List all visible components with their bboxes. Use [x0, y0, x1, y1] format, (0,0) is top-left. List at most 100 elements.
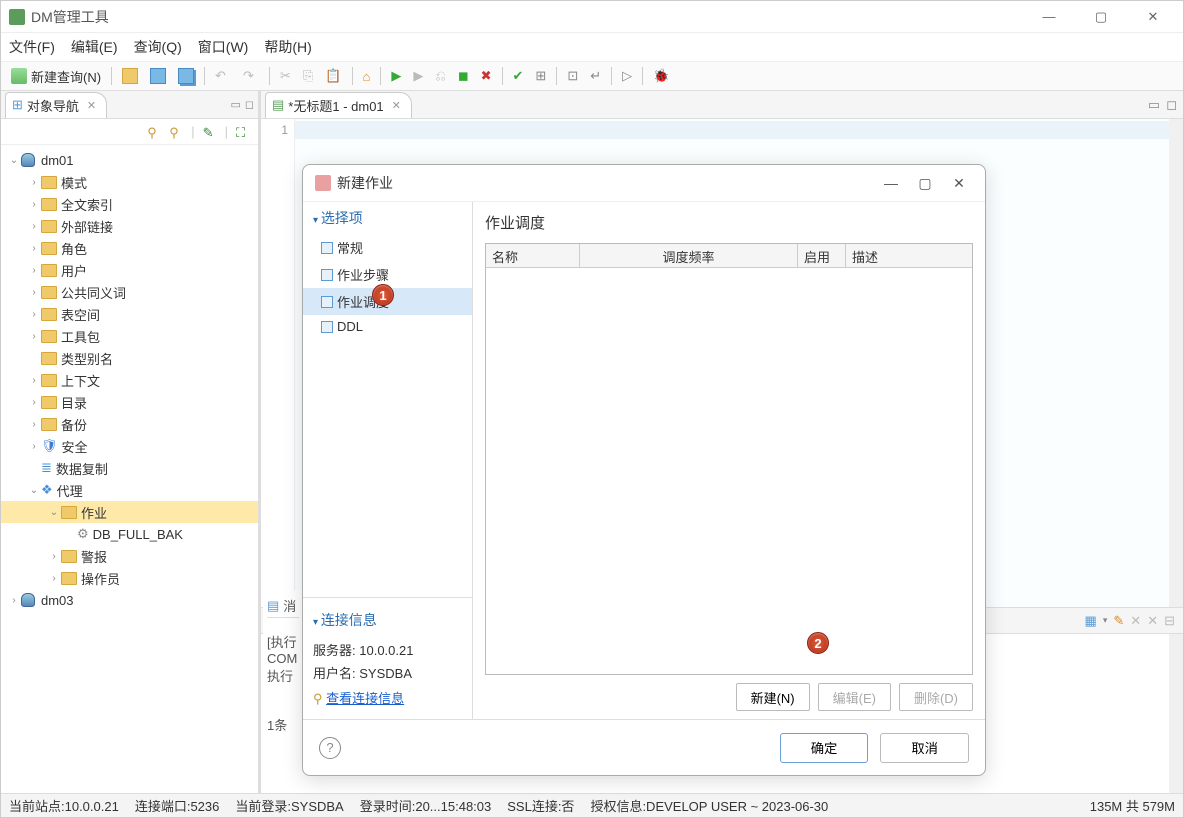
tree-node-role[interactable]: ›角色 [1, 237, 258, 259]
bug-icon[interactable]: 🐞 [649, 64, 673, 88]
editor-tab[interactable]: ▤ *无标题1 - dm01 ✕ [265, 92, 412, 118]
tree-node-context[interactable]: ›上下文 [1, 369, 258, 391]
dialog-titlebar: 新建作业 — ▢ ✕ [303, 165, 985, 201]
rollback-icon[interactable]: ◼ [454, 64, 473, 88]
filter-icon[interactable]: ⚲ [169, 125, 183, 139]
conn-section-title[interactable]: 连接信息 [313, 604, 462, 636]
col-desc[interactable]: 描述 [846, 244, 972, 267]
conn-user: SYSDBA [359, 666, 412, 681]
tree-node-extlink[interactable]: ›外部链接 [1, 215, 258, 237]
col-name[interactable]: 名称 [486, 244, 580, 267]
nav-steps[interactable]: 作业步骤 [303, 261, 472, 288]
minimize-button[interactable]: — [1027, 3, 1071, 31]
dialog-maximize-button[interactable]: ▢ [911, 169, 939, 197]
menu-edit[interactable]: 编辑(E) [71, 37, 118, 57]
nav-general[interactable]: 常规 [303, 234, 472, 261]
output-scrollbar[interactable] [1169, 634, 1183, 793]
job-icon: ⚙ [77, 526, 89, 542]
stack-icon: ≣ [41, 460, 52, 476]
tree-node-toolkit[interactable]: ›工具包 [1, 325, 258, 347]
save-icon[interactable] [146, 64, 170, 88]
expand-icon[interactable]: ⛶ [236, 125, 250, 139]
tree-node-security[interactable]: ›🛡安全 [1, 435, 258, 457]
commit-icon[interactable]: ⎌ [431, 64, 449, 88]
col-enable[interactable]: 启用 [798, 244, 846, 267]
format-icon[interactable]: ⊡ [563, 64, 582, 88]
close-tab-icon[interactable]: ✕ [87, 99, 96, 112]
stop-icon[interactable]: ✖ [477, 64, 496, 88]
tree-node-operator[interactable]: ›操作员 [1, 567, 258, 589]
help-button[interactable]: ? [319, 737, 341, 759]
check-icon[interactable]: ✔ [509, 64, 528, 88]
maximize-button[interactable]: ▢ [1079, 3, 1123, 31]
schedule-table[interactable]: 名称 调度频率 启用 描述 [485, 243, 973, 675]
editor-scrollbar[interactable] [1169, 119, 1183, 607]
pin-icon[interactable]: ⊟ [1164, 613, 1175, 629]
wrap-icon[interactable]: ↵ [586, 64, 605, 88]
home-icon[interactable]: ⌂ [359, 64, 375, 88]
grid-icon[interactable]: ▦ [1085, 613, 1097, 629]
tree-node-fulltext[interactable]: ›全文索引 [1, 193, 258, 215]
menu-window[interactable]: 窗口(W) [198, 37, 249, 57]
close-editor-icon[interactable]: ✕ [392, 99, 401, 112]
new-query-button[interactable]: 新建查询(N) [7, 64, 105, 88]
menu-file[interactable]: 文件(F) [9, 37, 55, 57]
tree-node-agent[interactable]: ⌄❖代理 [1, 479, 258, 501]
save-all-icon[interactable] [174, 64, 198, 88]
minimize-pane-icon[interactable]: ▭ [230, 98, 240, 111]
tree-node-typealias[interactable]: 类型别名 [1, 347, 258, 369]
tree-node-dm01[interactable]: ⌄dm01 [1, 149, 258, 171]
explain-icon[interactable]: ⊞ [531, 64, 550, 88]
close-button[interactable]: ✕ [1131, 3, 1175, 31]
tree-node-catalog[interactable]: ›目录 [1, 391, 258, 413]
undo-icon[interactable]: ↶ [211, 64, 235, 88]
tree-node-tablespace[interactable]: ›表空间 [1, 303, 258, 325]
next-icon[interactable]: ▷ [618, 64, 636, 88]
run-script-icon[interactable]: ▶ [409, 64, 427, 88]
tree-node-job[interactable]: ⌄作业 [1, 501, 258, 523]
tree-node-alert[interactable]: ›警报 [1, 545, 258, 567]
clear2-icon[interactable]: ✕ [1147, 613, 1158, 629]
tree-node-replication[interactable]: ≣数据复制 [1, 457, 258, 479]
annotation-1: 1 [372, 284, 394, 306]
col-freq[interactable]: 调度频率 [580, 244, 798, 267]
app-title: DM管理工具 [31, 7, 1027, 27]
maximize-editor-icon[interactable]: ◻ [1166, 97, 1177, 113]
dialog-minimize-button[interactable]: — [877, 169, 905, 197]
status-site: 当前站点:10.0.0.21 [7, 796, 121, 815]
tree-node-dm03[interactable]: ›dm03 [1, 589, 258, 611]
minimize-editor-icon[interactable]: ▭ [1148, 97, 1160, 113]
delete-schedule-button: 删除(D) [899, 683, 973, 711]
menu-query[interactable]: 查询(Q) [134, 37, 182, 57]
restore-pane-icon[interactable]: ◻ [245, 98, 254, 111]
tree-node-job-child[interactable]: ⚙DB_FULL_BAK [1, 523, 258, 545]
open-icon[interactable] [118, 64, 142, 88]
dialog-heading: 作业调度 [485, 212, 973, 233]
brush-icon[interactable]: ✎ [1113, 613, 1124, 629]
run-icon[interactable]: ▶ [387, 64, 405, 88]
clear-icon[interactable]: ✕ [1130, 613, 1141, 629]
paste-icon[interactable]: 📋 [321, 64, 345, 88]
redo-icon[interactable]: ↷ [239, 64, 263, 88]
edit-schedule-button: 编辑(E) [818, 683, 891, 711]
menu-help[interactable]: 帮助(H) [264, 37, 311, 57]
new-schedule-button[interactable]: 新建(N) [736, 683, 810, 711]
dialog-close-button[interactable]: ✕ [945, 169, 973, 197]
view-connection-link[interactable]: 查看连接信息 [326, 691, 404, 706]
cancel-button[interactable]: 取消 [880, 733, 969, 763]
tree-node-schema[interactable]: ›模式 [1, 171, 258, 193]
status-port: 连接端口:5236 [133, 796, 222, 815]
sidebar-tab[interactable]: ⊞ 对象导航 ✕ [5, 92, 107, 118]
copy-icon[interactable]: ⎘ [299, 64, 317, 88]
nav-ddl[interactable]: DDL [303, 315, 472, 338]
ok-button[interactable]: 确定 [780, 733, 869, 763]
search-icon[interactable]: ⚲ [147, 125, 161, 139]
edit-icon[interactable]: ✎ [203, 125, 217, 139]
cut-icon[interactable]: ✂ [276, 64, 295, 88]
dialog-nav-section[interactable]: 选择项 [303, 202, 472, 234]
tree-node-user[interactable]: ›用户 [1, 259, 258, 281]
tree-node-backup[interactable]: ›备份 [1, 413, 258, 435]
dropdown-icon[interactable]: ▾ [1103, 615, 1108, 626]
tree-node-synonym[interactable]: ›公共同义词 [1, 281, 258, 303]
object-tree[interactable]: ⌄dm01 ›模式 ›全文索引 ›外部链接 ›角色 ›用户 ›公共同义词 ›表空… [1, 145, 258, 793]
